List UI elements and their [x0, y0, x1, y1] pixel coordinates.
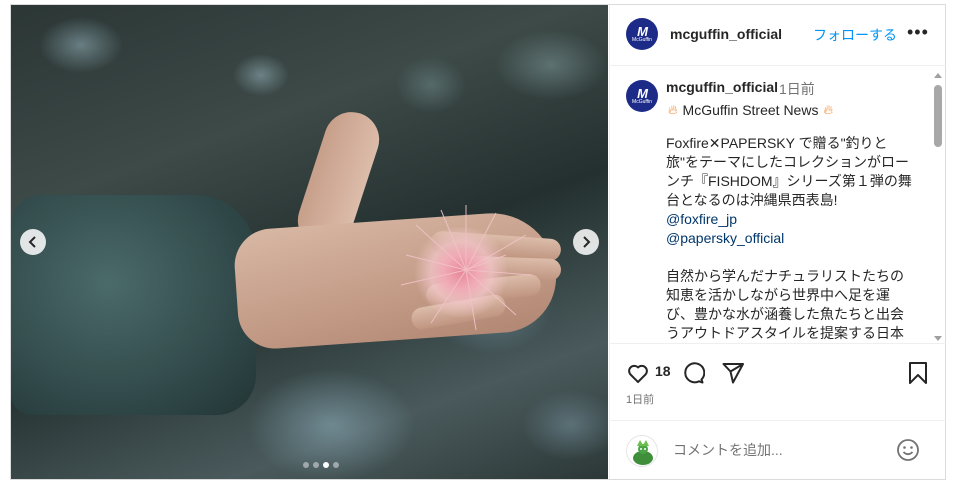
comment-icon	[684, 362, 706, 384]
comment-input[interactable]	[671, 441, 885, 459]
logo-mark-icon: M	[637, 23, 648, 39]
scroll-down-icon[interactable]	[934, 336, 942, 341]
flower-stamens	[400, 205, 532, 331]
next-slide-button[interactable]	[573, 229, 599, 255]
caption-title: 🔥︎ McGuffin Street News 🔥︎	[668, 102, 833, 118]
account-avatar[interactable]: M McGuffin	[626, 18, 658, 50]
fire-icon: 🔥︎	[823, 102, 833, 117]
caption-scrollbar[interactable]	[932, 71, 944, 343]
post-sidebar: M McGuffin mcguffin_official フォローする ••• …	[609, 5, 946, 479]
caption-body: Foxfire✕PAPERSKY で贈る"釣りと旅"をテーマにしたコレクションが…	[666, 134, 916, 342]
mention-link[interactable]: @papersky_official	[666, 229, 916, 248]
slide-dot	[333, 462, 339, 468]
chevron-right-icon	[583, 236, 591, 248]
header-username[interactable]: mcguffin_official	[670, 26, 782, 42]
scroll-up-icon[interactable]	[934, 73, 942, 78]
mention-link[interactable]: @foxfire_jp	[666, 210, 916, 229]
slide-dot	[303, 462, 309, 468]
send-icon	[722, 363, 744, 384]
avatar-logo-text: McGuffin	[632, 36, 652, 43]
scrollbar-thumb[interactable]	[934, 85, 942, 147]
post-media[interactable]	[11, 5, 608, 479]
caption-title-text: McGuffin Street News	[682, 102, 819, 118]
slide-dot	[313, 462, 319, 468]
caption-paragraph: 自然から学んだナチュラリストたちの知恵を活かしながら世界中へ足を運び、豊かな水が…	[666, 268, 904, 341]
user-avatar-icon[interactable]	[626, 435, 658, 467]
prev-slide-button[interactable]	[20, 229, 46, 255]
save-button[interactable]	[906, 361, 930, 390]
emoji-button[interactable]	[896, 438, 920, 467]
like-count[interactable]: 18	[655, 363, 671, 379]
more-options-icon[interactable]: •••	[907, 23, 929, 41]
slide-dot-active	[323, 462, 329, 468]
share-button[interactable]	[721, 361, 745, 390]
avatar-logo-text: McGuffin	[632, 98, 652, 105]
caption-area: M McGuffin mcguffin_official 1日前 🔥︎ McGu…	[610, 66, 932, 342]
caption-avatar[interactable]: M McGuffin	[626, 80, 658, 112]
caption-time[interactable]: 1日前	[779, 79, 815, 99]
caption-username[interactable]: mcguffin_official	[666, 79, 778, 95]
action-bar: 18	[610, 343, 946, 404]
bookmark-icon	[909, 362, 927, 384]
jacket-sleeve	[11, 195, 256, 415]
slide-indicator	[303, 462, 339, 468]
post-header: M McGuffin mcguffin_official フォローする •••	[610, 5, 946, 66]
fire-icon: 🔥︎	[668, 102, 678, 117]
follow-button[interactable]: フォローする	[813, 25, 897, 45]
logo-mark-icon: M	[637, 85, 648, 101]
chevron-left-icon	[28, 236, 36, 248]
caption-paragraph: Foxfire✕PAPERSKY で贈る"釣りと旅"をテーマにしたコレクションが…	[666, 135, 912, 208]
comment-bar	[610, 420, 946, 480]
comment-button[interactable]	[681, 361, 706, 390]
like-button[interactable]	[626, 361, 650, 390]
heart-icon	[628, 364, 648, 383]
post-timestamp[interactable]: 1日前	[626, 391, 654, 407]
emoji-icon	[897, 439, 919, 461]
